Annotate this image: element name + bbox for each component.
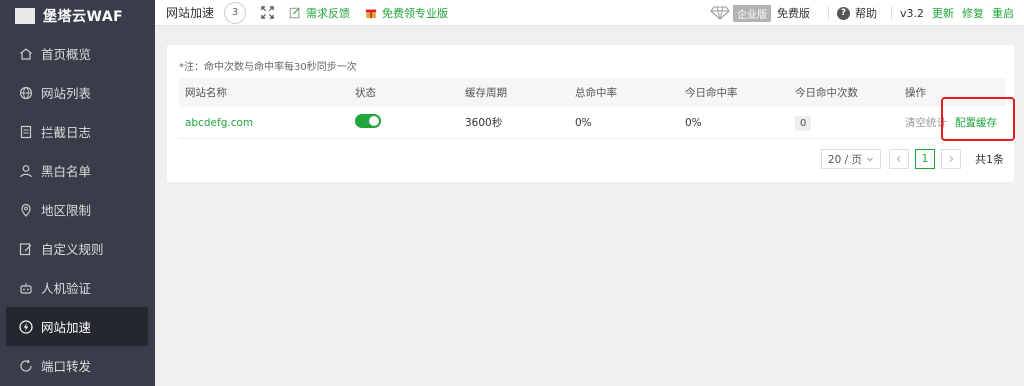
feedback-link[interactable]: 需求反馈 bbox=[306, 5, 350, 21]
page-size-label: 20 / 页 bbox=[827, 153, 862, 166]
main-card: *注：命中次数与命中率每30秒同步一次 网站名称 状态 缓存周期 总命中率 今日… bbox=[167, 45, 1014, 182]
hit-count-pill: 0 bbox=[795, 115, 812, 131]
update-link[interactable]: 更新 bbox=[932, 5, 954, 21]
sidebar-item-label: 人机验证 bbox=[41, 281, 92, 296]
globe-icon bbox=[19, 86, 33, 100]
sidebar-item-label: 网站列表 bbox=[41, 86, 92, 101]
sidebar-item-region[interactable]: 地区限制 bbox=[0, 190, 155, 229]
free-edition-label: 免费版 bbox=[776, 7, 810, 20]
topbar-right: 企业版 免费版 ? 帮助 v3.2 更新 修复 重启 bbox=[710, 0, 1014, 26]
bolt-icon bbox=[19, 319, 33, 334]
col-today-hit-rate: 今日命中率 bbox=[685, 87, 738, 99]
chevron-right-icon bbox=[949, 155, 954, 163]
status-toggle[interactable] bbox=[355, 114, 381, 128]
divider bbox=[890, 6, 892, 20]
sidebar-item-sites[interactable]: 网站列表 bbox=[0, 73, 155, 112]
sidebar-item-label: 自定义规则 bbox=[41, 242, 104, 257]
sidebar-item-captcha[interactable]: 人机验证 bbox=[0, 268, 155, 307]
divider bbox=[827, 6, 829, 20]
page-1-button[interactable]: 1 bbox=[915, 149, 935, 169]
pagination: 20 / 页 1 共1条 bbox=[820, 149, 1004, 169]
total-hit-rate-cell: 0% bbox=[575, 116, 592, 129]
help-icon[interactable]: ? bbox=[836, 6, 850, 20]
col-cache-cycle: 缓存周期 bbox=[465, 87, 507, 99]
free-pro-link[interactable]: 免费领专业版 bbox=[382, 5, 448, 21]
home-icon bbox=[19, 47, 33, 61]
page-title: 网站加速 bbox=[166, 6, 215, 20]
today-hit-count-cell: 0 bbox=[795, 115, 905, 131]
sidebar-item-home[interactable]: 首页概览 bbox=[0, 34, 155, 73]
robot-icon bbox=[19, 281, 33, 295]
sidebar-item-port-forward[interactable]: 端口转发 bbox=[0, 346, 155, 385]
fullscreen-icon[interactable] bbox=[260, 6, 274, 20]
logo-icon bbox=[15, 8, 35, 24]
topbar: 网站加速 3 需求反馈 免费领专业版 企业版 免费版 ? 帮助 v3.2 更新 … bbox=[155, 0, 1024, 26]
help-link[interactable]: 帮助 bbox=[855, 5, 877, 21]
sidebar-item-label: 首页概览 bbox=[41, 47, 92, 62]
sidebar-item-custom-rules[interactable]: 自定义规则 bbox=[0, 229, 155, 268]
logo-text: 堡塔云WAF bbox=[43, 9, 124, 25]
sidebar-item-logs[interactable]: 拦截日志 bbox=[0, 112, 155, 151]
page-size-select[interactable]: 20 / 页 bbox=[820, 149, 881, 169]
sidebar-item-acceleration[interactable]: 网站加速 bbox=[6, 307, 148, 346]
today-hit-rate-cell: 0% bbox=[685, 116, 702, 129]
user-icon bbox=[19, 164, 33, 178]
counter-badge[interactable]: 3 bbox=[224, 1, 247, 24]
location-icon bbox=[19, 203, 33, 217]
sidebar-item-label: 端口转发 bbox=[41, 359, 92, 374]
col-today-hit-count: 今日命中次数 bbox=[795, 87, 858, 99]
cache-cycle-cell: 3600秒 bbox=[465, 117, 503, 129]
acceleration-table: 网站名称 状态 缓存周期 总命中率 今日命中率 今日命中次数 操作 abcdef… bbox=[179, 78, 1006, 139]
sidebar-item-blackwhite[interactable]: 黑白名单 bbox=[0, 151, 155, 190]
logo: 堡塔云WAF bbox=[0, 0, 155, 32]
repair-link[interactable]: 修复 bbox=[962, 5, 984, 21]
chevron-down-icon bbox=[866, 155, 874, 163]
version-label: v3.2 bbox=[899, 6, 924, 20]
refresh-icon bbox=[19, 359, 33, 373]
sidebar-item-label: 网站加速 bbox=[41, 320, 92, 335]
col-status: 状态 bbox=[355, 87, 376, 99]
sidebar-item-label: 黑白名单 bbox=[41, 164, 92, 179]
diamond-icon bbox=[710, 6, 730, 20]
next-page-button[interactable] bbox=[941, 149, 961, 169]
enterprise-badge[interactable]: 企业版 bbox=[732, 4, 771, 22]
sidebar-item-label: 拦截日志 bbox=[41, 125, 92, 140]
sync-note: *注：命中次数与命中率每30秒同步一次 bbox=[179, 62, 357, 73]
sidebar: 堡塔云WAF 首页概览 网站列表 拦截日志 黑白名单 地区限制 自定义规则 人机… bbox=[0, 0, 155, 386]
table-row: abcdefg.com 3600秒 0% 0% 0 清空统计 配置缓存 bbox=[179, 107, 1006, 139]
gift-icon bbox=[364, 6, 378, 20]
site-name-link[interactable]: abcdefg.com bbox=[179, 117, 355, 129]
sidebar-item-label: 地区限制 bbox=[41, 203, 92, 218]
prev-page-button[interactable] bbox=[889, 149, 909, 169]
table-header: 网站名称 状态 缓存周期 总命中率 今日命中率 今日命中次数 操作 bbox=[179, 78, 1006, 107]
edit-icon bbox=[19, 242, 33, 256]
status-cell bbox=[355, 114, 465, 131]
log-icon bbox=[19, 125, 33, 139]
feedback-icon bbox=[288, 6, 302, 20]
col-site-name: 网站名称 bbox=[185, 87, 227, 99]
highlight-box bbox=[941, 97, 1015, 141]
chevron-left-icon bbox=[896, 155, 901, 163]
total-count: 共1条 bbox=[975, 153, 1004, 166]
col-total-hit-rate: 总命中率 bbox=[575, 87, 617, 99]
restart-link[interactable]: 重启 bbox=[992, 5, 1014, 21]
